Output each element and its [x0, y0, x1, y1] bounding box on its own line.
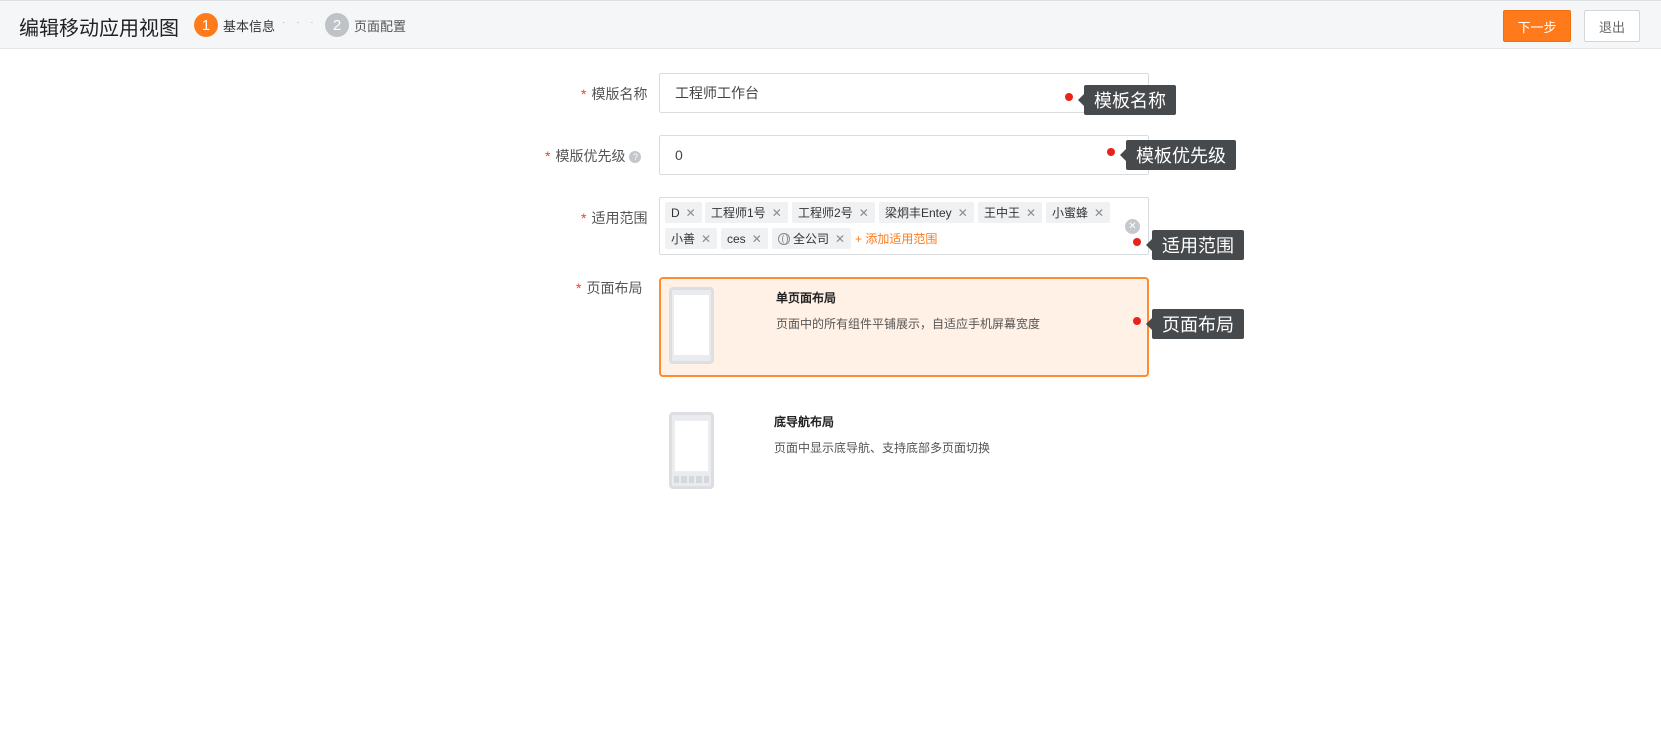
layout-option-title: 单页面布局 — [776, 291, 837, 305]
remove-tag-icon[interactable]: ✕ — [835, 232, 845, 246]
step-number-1: 1 — [194, 13, 218, 37]
annotation-label: 模板名称 — [1078, 85, 1176, 115]
annotation-dot — [1107, 148, 1115, 156]
remove-tag-icon[interactable]: ✕ — [686, 206, 696, 220]
scope-tag: 小蜜蜂 ✕ — [1046, 202, 1111, 223]
annotation-label: 页面布局 — [1146, 309, 1244, 339]
scope-tag: ces ✕ — [721, 228, 768, 249]
step-number-2: 2 — [325, 13, 349, 37]
scope-tag: 小善 ✕ — [665, 228, 718, 249]
plus-icon: + — [855, 232, 863, 246]
add-scope-link[interactable]: + 添加适用范围 — [855, 230, 937, 247]
remove-tag-icon[interactable]: ✕ — [859, 206, 869, 220]
exit-button[interactable]: 退出 — [1584, 10, 1640, 42]
layout-option-bottom-nav[interactable]: 底导航布局 页面中显示底导航、支持底部多页面切换 — [659, 402, 1149, 502]
next-step-button[interactable]: 下一步 — [1503, 10, 1571, 42]
scope-tag: 王中王 ✕ — [978, 202, 1043, 223]
scope-tag: 工程师2号 ✕ — [792, 202, 875, 223]
template-priority-input[interactable]: 0 — [659, 135, 1149, 175]
template-name-input[interactable]: 工程师工作台 — [659, 73, 1149, 113]
scope-tag: 工程师1号 ✕ — [705, 202, 788, 223]
step-label-page-config: 页面配置 — [354, 18, 407, 34]
bottom-nav-phone-icon — [669, 412, 714, 489]
template-priority-label: * 模版优先级? — [545, 146, 642, 166]
scope-label: * 适用范围 — [581, 210, 648, 226]
annotation-dot — [1133, 238, 1141, 246]
step-label-basic-info: 基本信息 — [223, 18, 276, 34]
step-page-config[interactable]: 2 页面配置 — [325, 13, 406, 37]
remove-tag-icon[interactable]: ✕ — [772, 206, 782, 220]
remove-tag-icon[interactable]: ✕ — [1026, 206, 1036, 220]
template-priority-value: 0 — [675, 147, 683, 163]
remove-tag-icon[interactable]: ✕ — [1094, 206, 1104, 220]
layout-option-desc: 页面中的所有组件平铺展示，自适应手机屏幕宽度 — [776, 317, 1041, 331]
annotation-label: 适用范围 — [1146, 230, 1244, 260]
template-name-value: 工程师工作台 — [675, 85, 759, 101]
remove-tag-icon[interactable]: ✕ — [752, 232, 762, 246]
annotation-dot — [1133, 317, 1141, 325]
clear-all-icon[interactable]: ✕ — [1125, 219, 1140, 234]
step-basic-info[interactable]: 1 基本信息 — [194, 13, 275, 37]
scope-tag: 全公司 ✕ — [772, 228, 852, 249]
remove-tag-icon[interactable]: ✕ — [958, 206, 968, 220]
annotation-label: 模板优先级 — [1120, 140, 1236, 170]
annotation-dot — [1065, 93, 1073, 101]
globe-icon — [778, 232, 790, 245]
top-bar: 编辑移动应用视图 1 基本信息 · · · · 2 页面配置 下一步 退出 — [0, 0, 1661, 49]
scope-tag: 梁炯丰Entey ✕ — [879, 202, 974, 223]
help-icon[interactable]: ? — [629, 151, 642, 163]
scope-tag: D ✕ — [665, 202, 702, 223]
single-page-phone-icon — [669, 287, 714, 364]
template-name-label: * 模版名称 — [581, 86, 648, 102]
layout-option-desc: 页面中显示底导航、支持底部多页面切换 — [774, 441, 991, 455]
page-layout-label: * 页面布局 — [576, 280, 643, 296]
remove-tag-icon[interactable]: ✕ — [701, 232, 711, 246]
layout-option-title: 底导航布局 — [774, 415, 835, 429]
layout-option-single-page[interactable]: 单页面布局 页面中的所有组件平铺展示，自适应手机屏幕宽度 — [659, 277, 1149, 377]
page-title: 编辑移动应用视图 — [19, 18, 179, 40]
